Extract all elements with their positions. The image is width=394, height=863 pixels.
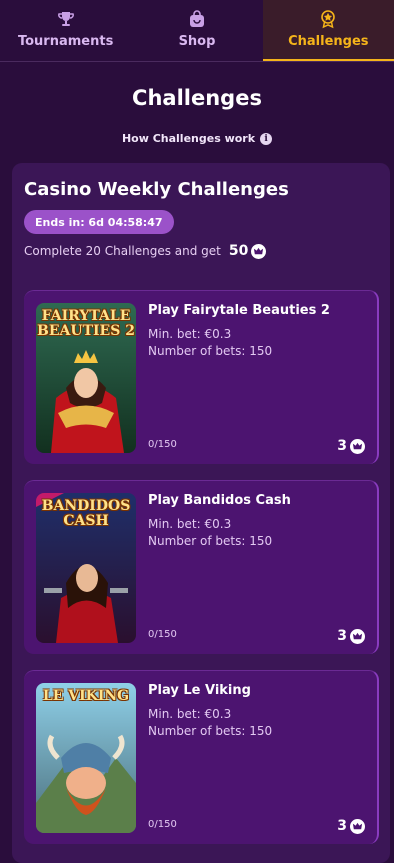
challenge-progress: 0/150 bbox=[148, 439, 177, 450]
reward-points: 50 bbox=[228, 243, 267, 259]
reward-info: Complete 20 Challenges and get 50 bbox=[24, 243, 267, 259]
points-value: 3 bbox=[337, 628, 347, 644]
number-of-bets: Number of bets: 150 bbox=[148, 724, 273, 738]
tab-tournaments[interactable]: Tournaments bbox=[0, 0, 131, 61]
award-badge-icon bbox=[317, 8, 339, 30]
game-thumbnail: BANDIDOS CASH bbox=[36, 493, 136, 643]
tab-label: Shop bbox=[178, 34, 216, 49]
top-tab-bar: Tournaments Shop Challenges bbox=[0, 0, 394, 62]
points-value: 3 bbox=[337, 818, 347, 834]
page-title: Challenges bbox=[132, 86, 262, 110]
challenge-title: Play Fairytale Beauties 2 bbox=[148, 303, 330, 318]
challenge-card[interactable]: FAIRYTALE BEAUTIES 2 Play Fairytale Beau… bbox=[24, 290, 379, 464]
game-title-art: BANDIDOS CASH bbox=[41, 498, 131, 529]
tab-label: Challenges bbox=[288, 34, 369, 49]
challenge-points: 3 bbox=[337, 438, 365, 454]
number-of-bets: Number of bets: 150 bbox=[148, 344, 273, 358]
min-bet: Min. bet: €0.3 bbox=[148, 707, 232, 721]
game-title-art: LE VIKING bbox=[42, 688, 130, 704]
challenge-card[interactable]: BANDIDOS CASH Play Bandidos Cash Min. be… bbox=[24, 480, 379, 654]
min-bet: Min. bet: €0.3 bbox=[148, 517, 232, 531]
number-of-bets: Number of bets: 150 bbox=[148, 534, 273, 548]
crown-coin-icon bbox=[350, 818, 365, 834]
game-thumbnail: LE VIKING bbox=[36, 683, 136, 833]
challenge-progress: 0/150 bbox=[148, 819, 177, 830]
panel-title: Casino Weekly Challenges bbox=[24, 179, 289, 200]
points-value: 3 bbox=[337, 438, 347, 454]
tab-shop[interactable]: Shop bbox=[131, 0, 262, 61]
tab-label: Tournaments bbox=[17, 34, 114, 49]
challenge-points: 3 bbox=[337, 818, 365, 834]
shopping-bag-icon bbox=[186, 8, 208, 30]
challenge-points: 3 bbox=[337, 628, 365, 644]
crown-coin-icon bbox=[350, 438, 365, 454]
challenge-title: Play Le Viking bbox=[148, 683, 251, 698]
min-bet: Min. bet: €0.3 bbox=[148, 327, 232, 341]
game-title-art: FAIRYTALE BEAUTIES 2 bbox=[37, 308, 135, 339]
challenge-card[interactable]: LE VIKING Play Le Viking Min. bet: €0.3 … bbox=[24, 670, 379, 844]
countdown-timer-badge: Ends in: 6d 04:58:47 bbox=[24, 210, 174, 234]
tab-challenges[interactable]: Challenges bbox=[262, 0, 394, 61]
crown-coin-icon bbox=[350, 628, 365, 644]
challenge-progress: 0/150 bbox=[148, 629, 177, 640]
trophy-icon bbox=[55, 8, 77, 30]
challenge-title: Play Bandidos Cash bbox=[148, 493, 291, 508]
game-thumbnail: FAIRYTALE BEAUTIES 2 bbox=[36, 303, 136, 453]
how-challenges-work-link[interactable]: How Challenges work i bbox=[0, 132, 394, 145]
reward-points-value: 50 bbox=[228, 243, 249, 259]
crown-coin-icon bbox=[251, 243, 267, 259]
info-icon: i bbox=[260, 132, 273, 145]
how-link-label: How Challenges work bbox=[121, 132, 256, 145]
reward-text: Complete 20 Challenges and get bbox=[24, 244, 221, 258]
